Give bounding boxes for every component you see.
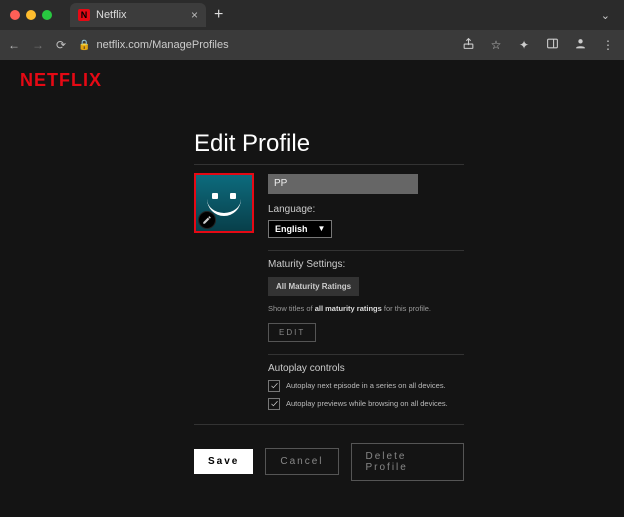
favicon-icon: N (78, 9, 90, 21)
share-icon[interactable] (460, 37, 476, 53)
language-value: English (275, 224, 308, 234)
language-label: Language: (268, 204, 464, 215)
autoplay-heading: Autoplay controls (268, 363, 464, 374)
bookmark-icon[interactable]: ☆ (488, 38, 504, 52)
window-minimize-icon[interactable] (26, 10, 36, 20)
autoplay-episodes-checkbox[interactable] (268, 380, 280, 392)
url-text: netflix.com/ManageProfiles (97, 39, 229, 51)
tab-overflow-icon[interactable]: ⌄ (601, 9, 610, 22)
lock-icon: 🔒 (78, 40, 90, 51)
delete-profile-button[interactable]: Delete Profile (351, 443, 465, 481)
account-icon[interactable] (572, 37, 588, 53)
maturity-edit-button[interactable]: Edit (268, 323, 316, 342)
window-close-icon[interactable] (10, 10, 20, 20)
browser-tab[interactable]: N Netflix × (70, 3, 206, 27)
autoplay-previews-checkbox[interactable] (268, 398, 280, 410)
divider (194, 424, 464, 425)
maturity-hint: Show titles of all maturity ratings for … (268, 304, 464, 313)
menu-icon[interactable]: ⋮ (600, 38, 616, 52)
language-select[interactable]: English ▼ (268, 220, 332, 238)
new-tab-button[interactable]: + (214, 6, 223, 24)
tab-title: Netflix (96, 9, 191, 21)
autoplay-episodes-label: Autoplay next episode in a series on all… (286, 381, 446, 390)
profile-avatar[interactable] (194, 173, 254, 233)
maturity-level-badge: All Maturity Ratings (268, 277, 359, 296)
page-title: Edit Profile (194, 130, 464, 158)
profile-name-input[interactable] (268, 174, 418, 194)
netflix-logo[interactable]: NETFLIX (20, 70, 102, 91)
edit-avatar-icon[interactable] (198, 211, 216, 229)
maturity-heading: Maturity Settings: (268, 259, 464, 270)
back-button[interactable]: ← (8, 38, 20, 52)
address-bar[interactable]: 🔒 netflix.com/ManageProfiles (78, 39, 229, 51)
extensions-icon[interactable]: ✦ (516, 38, 532, 52)
autoplay-previews-label: Autoplay previews while browsing on all … (286, 399, 448, 408)
divider (194, 164, 464, 165)
cancel-button[interactable]: Cancel (265, 448, 338, 475)
forward-button[interactable]: → (32, 38, 44, 52)
chevron-down-icon: ▼ (318, 224, 326, 233)
panel-icon[interactable] (544, 37, 560, 53)
close-tab-icon[interactable]: × (191, 8, 198, 22)
reload-button[interactable]: ⟳ (56, 38, 66, 52)
save-button[interactable]: Save (194, 449, 253, 474)
window-maximize-icon[interactable] (42, 10, 52, 20)
